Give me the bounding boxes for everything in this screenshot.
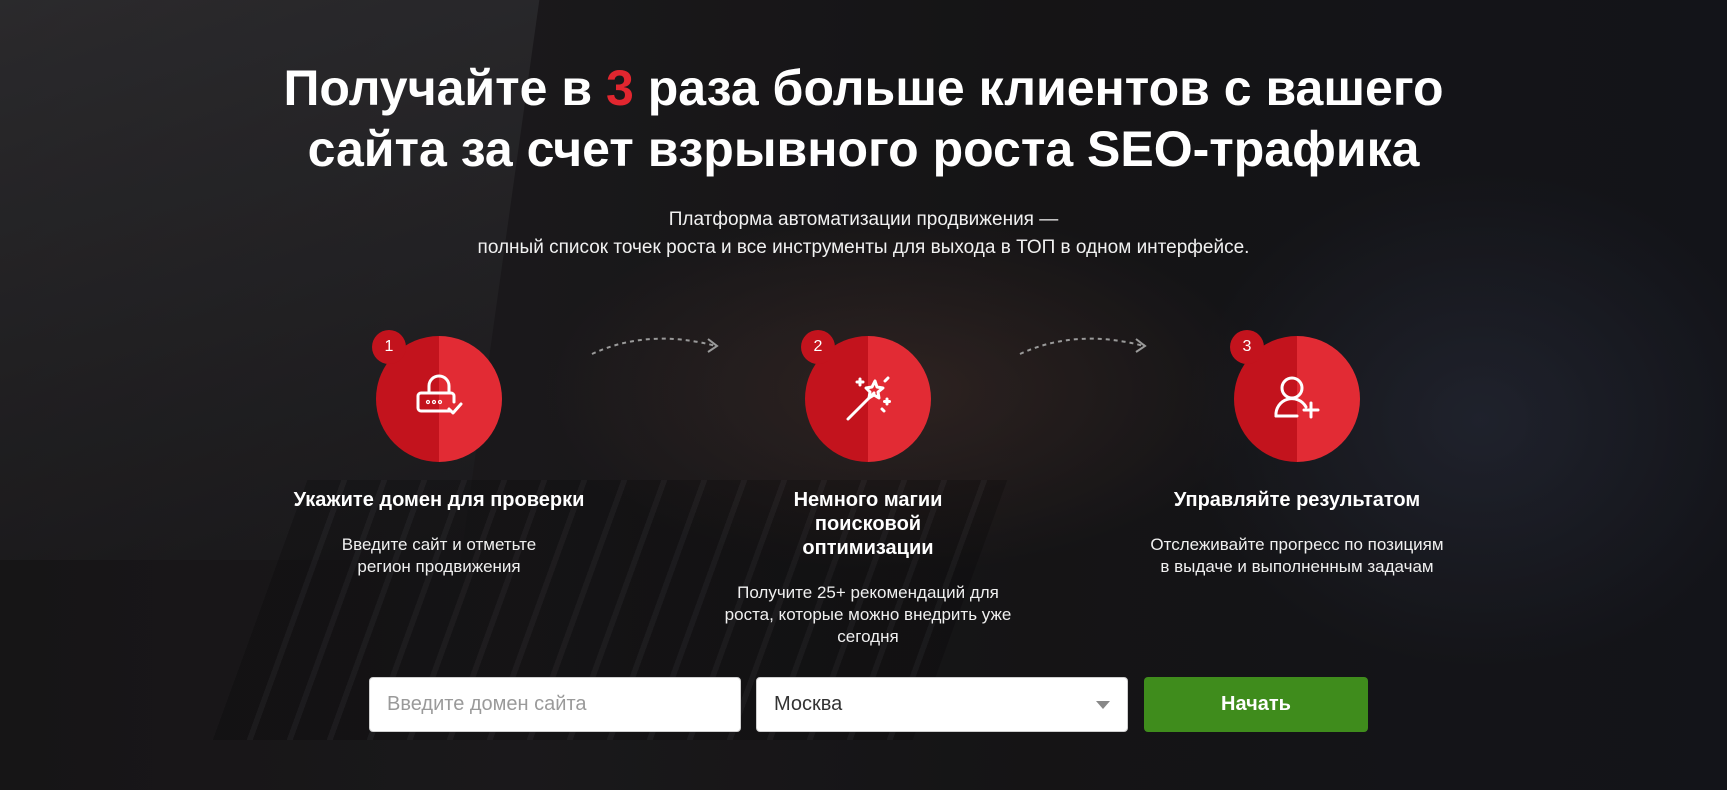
step-2-text: Получите 25+ рекомендаций для роста, кот…: [724, 583, 1012, 646]
hero-title-part2: раза больше клиентов с вашего: [633, 60, 1444, 116]
step-3-text: Отслеживайте прогресс по позициям в выда…: [1150, 535, 1444, 576]
hero-title-accent: 3: [606, 60, 634, 116]
step-1-number: 1: [372, 330, 406, 364]
hero-section: Получайте в 3 раза больше клиентов с ваш…: [0, 0, 1727, 790]
step-1-title: Укажите домен для проверки: [293, 489, 585, 511]
hero-subtitle: Платформа автоматизации продвижения — по…: [0, 206, 1727, 262]
step-2: 2 Немного магии поисковой оптимизации По…: [698, 330, 1038, 648]
step-1-text: Введите сайт и отметьте регион продвижен…: [341, 535, 537, 576]
step-2-title: Немного магии поисковой оптимизации: [793, 489, 943, 559]
step-1: 1 Укажите домен для проверки Введите сай…: [269, 330, 609, 578]
region-select[interactable]: Москва: [756, 677, 1128, 732]
start-button[interactable]: Начать: [1144, 677, 1368, 732]
step-3: 3 Управляйте результатом Отслеживайте пр…: [1127, 330, 1467, 578]
step-3-number: 3: [1230, 330, 1264, 364]
hero-title: Получайте в 3 раза больше клиентов с ваш…: [0, 58, 1727, 180]
chevron-down-icon: [1096, 700, 1110, 709]
hero-title-line2: сайта за счет взрывного роста SEO-трафик…: [307, 121, 1420, 177]
step-2-number: 2: [801, 330, 835, 364]
region-select-value: Москва: [774, 693, 843, 715]
step-3-title: Управляйте результатом: [1173, 489, 1421, 511]
lock-check-icon: [416, 374, 463, 415]
magic-wand-icon: [846, 376, 891, 421]
domain-input[interactable]: [369, 677, 741, 732]
add-user-icon: [1274, 376, 1320, 419]
hero-subtitle-line2: полный список точек роста и все инструме…: [477, 237, 1250, 258]
hero-title-part1: Получайте в: [283, 60, 606, 116]
hero-subtitle-line1: Платформа автоматизации продвижения —: [668, 209, 1059, 230]
